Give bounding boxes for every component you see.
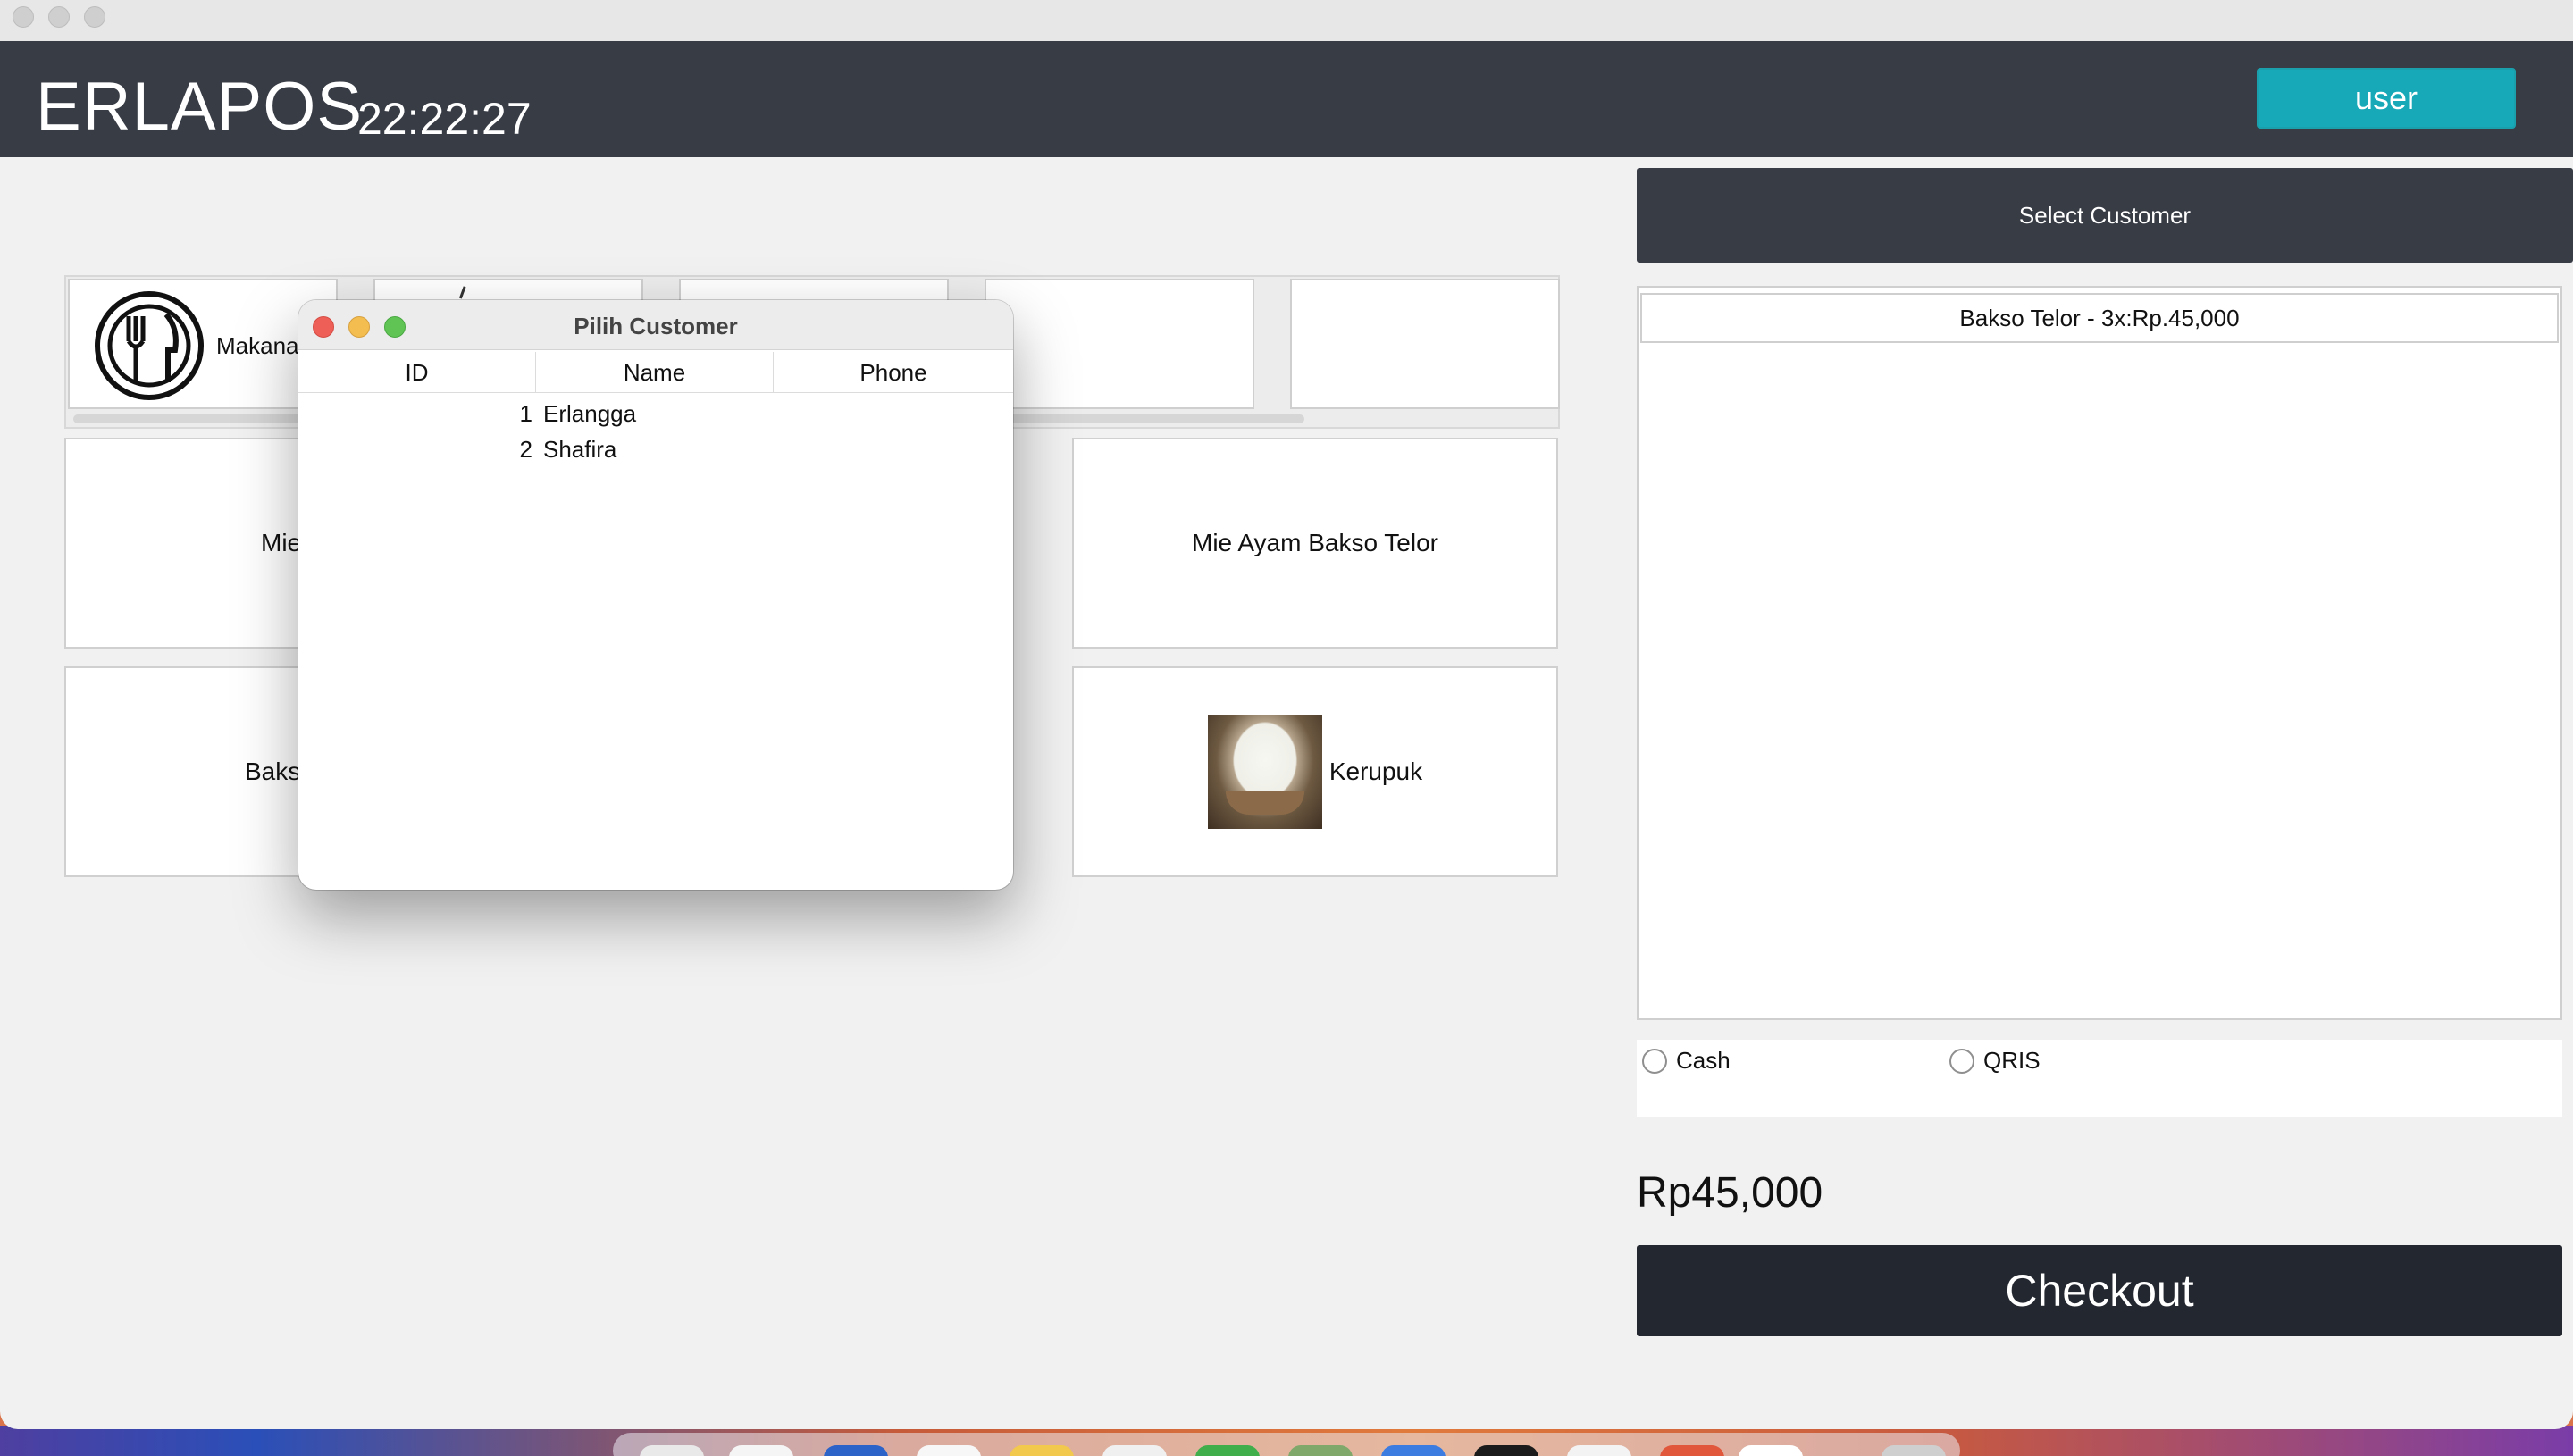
product-card-kerupuk[interactable]: Kerupuk xyxy=(1072,666,1558,877)
dock-app-icon[interactable] xyxy=(1474,1445,1538,1456)
table-row[interactable]: 1 Erlangga xyxy=(298,395,1013,431)
payment-method-row: Cash QRIS xyxy=(1637,1040,2562,1117)
category-card[interactable] xyxy=(985,279,1254,409)
app-title: ERLAPOS xyxy=(36,69,364,145)
cart-list: Bakso Telor - 3x:Rp.45,000 xyxy=(1637,286,2562,1020)
cell-id: 1 xyxy=(519,400,532,427)
window-titlebar xyxy=(0,0,2573,41)
plate-cutlery-icon xyxy=(93,289,205,402)
checkout-button[interactable]: Checkout xyxy=(1637,1245,2562,1336)
product-label: Kerupuk xyxy=(1328,757,1423,785)
product-card-mie-ayam-bakso-telor[interactable]: Mie Ayam Bakso Telor xyxy=(1072,438,1558,649)
dock-app-icon[interactable] xyxy=(917,1445,981,1456)
dock xyxy=(613,1433,1960,1456)
dock-app-icon[interactable] xyxy=(1010,1445,1074,1456)
product-label: Baks xyxy=(245,757,301,785)
payment-label: QRIS xyxy=(1983,1047,2041,1074)
dock-app-icon[interactable] xyxy=(1288,1445,1353,1456)
clock: 22:22:27 xyxy=(357,94,532,144)
table-row[interactable]: 2 Shafira xyxy=(298,431,1013,466)
user-button[interactable]: user xyxy=(2257,68,2516,129)
app-header: ERLAPOS 22:22:27 user xyxy=(0,41,2573,157)
column-header-name[interactable]: Name xyxy=(536,352,774,393)
dock-app-icon[interactable] xyxy=(729,1445,793,1456)
payment-label: Cash xyxy=(1676,1047,1731,1074)
product-label: Mie xyxy=(261,529,302,556)
column-header-phone[interactable]: Phone xyxy=(774,352,1013,393)
radio-button[interactable] xyxy=(1949,1048,1974,1074)
select-customer-button[interactable]: Select Customer xyxy=(1637,168,2573,263)
dock-app-icon[interactable] xyxy=(1195,1445,1260,1456)
dock-app-icon[interactable] xyxy=(1381,1445,1446,1456)
pos-window: ERLAPOS 22:22:27 user Makanan Mie Mie Ay… xyxy=(0,0,2573,1429)
dock-app-icon[interactable] xyxy=(1882,1445,1946,1456)
dialog-title: Pilih Customer xyxy=(574,313,738,339)
close-window-button[interactable] xyxy=(13,6,34,28)
dock-app-icon[interactable] xyxy=(640,1445,704,1456)
kerupuk-bowl xyxy=(1225,791,1304,815)
dock-app-icon[interactable] xyxy=(1567,1445,1631,1456)
cart-item[interactable]: Bakso Telor - 3x:Rp.45,000 xyxy=(1640,293,2559,343)
cell-id: 2 xyxy=(519,436,532,463)
payment-option-cash[interactable]: Cash xyxy=(1642,1047,1731,1075)
zoom-window-button[interactable] xyxy=(84,6,105,28)
minimize-window-button[interactable] xyxy=(48,6,70,28)
dock-app-icon[interactable] xyxy=(824,1445,888,1456)
dialog-titlebar: Pilih Customer xyxy=(298,300,1013,350)
radio-button[interactable] xyxy=(1642,1048,1667,1074)
cell-name: Erlangga xyxy=(543,400,637,427)
dock-app-icon[interactable] xyxy=(1739,1445,1803,1456)
category-card[interactable] xyxy=(1290,279,1560,409)
pilih-customer-dialog: Pilih Customer ID Name Phone 1 Erlangga … xyxy=(298,300,1013,890)
customer-table-header: ID Name Phone xyxy=(298,352,1013,393)
product-label: Mie Ayam Bakso Telor xyxy=(1192,529,1438,556)
total-amount: Rp45,000 xyxy=(1637,1169,1823,1217)
dock-app-icon[interactable] xyxy=(1660,1445,1724,1456)
kerupuk-photo xyxy=(1207,715,1322,829)
category-card-makanan[interactable]: Makanan xyxy=(68,279,338,409)
dock-app-icon[interactable] xyxy=(1102,1445,1167,1456)
category-label: Makanan xyxy=(216,332,312,359)
column-header-id[interactable]: ID xyxy=(298,352,536,393)
payment-option-qris[interactable]: QRIS xyxy=(1949,1047,2041,1075)
cell-name: Shafira xyxy=(543,436,617,463)
